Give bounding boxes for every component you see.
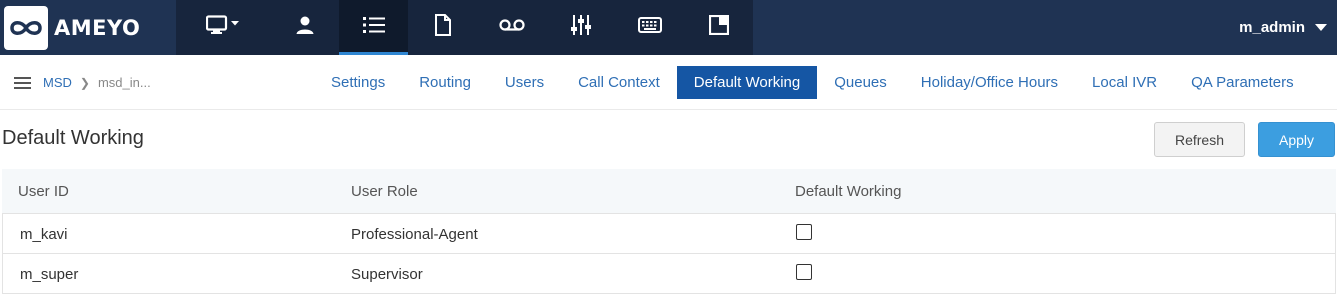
column-header-user-id: User ID	[18, 183, 69, 200]
document-icon	[434, 14, 452, 41]
ameyo-logo[interactable]: AMEYO	[0, 0, 176, 55]
sliders-icon	[570, 14, 592, 41]
top-nav	[176, 0, 753, 55]
nav-keyboard[interactable]	[615, 0, 684, 55]
user-name: m_admin	[1239, 19, 1305, 36]
tab-routing[interactable]: Routing	[402, 66, 488, 99]
breadcrumb: MSD ❯ msd_in...	[43, 55, 151, 110]
tab-users[interactable]: Users	[488, 66, 561, 99]
tab-default-working[interactable]: Default Working	[676, 66, 818, 99]
default-working-checkbox[interactable]	[796, 224, 812, 240]
apply-button[interactable]: Apply	[1258, 122, 1335, 157]
column-header-user-role: User Role	[351, 183, 418, 200]
monitor-icon	[205, 15, 240, 40]
chevron-down-icon	[1315, 24, 1327, 31]
nav-monitor[interactable]	[176, 0, 270, 55]
list-icon	[362, 16, 385, 39]
refresh-button[interactable]: Refresh	[1154, 122, 1245, 157]
default-working-table: User ID User Role Default Working m_kavi…	[2, 169, 1336, 294]
tab-queues[interactable]: Queues	[817, 66, 904, 99]
tab-local-ivr[interactable]: Local IVR	[1075, 66, 1174, 99]
settings-tabs: Settings Routing Users Call Context Defa…	[314, 66, 1311, 99]
user-icon	[295, 15, 315, 40]
top-bar: AMEYO m_admin	[0, 0, 1337, 55]
keyboard-icon	[637, 17, 662, 38]
chevron-right-icon: ❯	[79, 75, 90, 90]
tab-call-context[interactable]: Call Context	[561, 66, 677, 99]
infinity-logo-icon	[4, 5, 48, 50]
table-row: m_super Supervisor	[2, 254, 1336, 294]
cell-user-role: Professional-Agent	[351, 225, 478, 243]
cell-default-working	[796, 214, 812, 254]
tab-holiday-office-hours[interactable]: Holiday/Office Hours	[904, 66, 1075, 99]
nav-window[interactable]	[684, 0, 753, 55]
column-header-default-working: Default Working	[795, 183, 902, 200]
hamburger-menu-icon[interactable]	[14, 77, 31, 89]
nav-settings-sliders[interactable]	[546, 0, 615, 55]
voicemail-icon	[498, 18, 525, 37]
cell-user-role: Supervisor	[351, 265, 423, 283]
logo-text: AMEYO	[54, 15, 141, 40]
cell-default-working	[796, 254, 812, 294]
user-menu[interactable]: m_admin	[1239, 0, 1327, 55]
tab-qa-parameters[interactable]: QA Parameters	[1174, 66, 1311, 99]
nav-document[interactable]	[408, 0, 477, 55]
breadcrumb-current: msd_in...	[97, 75, 151, 90]
default-working-checkbox[interactable]	[796, 264, 812, 280]
breadcrumb-msd[interactable]: MSD	[43, 75, 72, 90]
nav-list[interactable]	[339, 0, 408, 55]
sub-header: MSD ❯ msd_in... Settings Routing Users C…	[0, 55, 1337, 110]
cell-user-id: m_kavi	[20, 225, 68, 243]
window-icon	[708, 14, 729, 40]
table-header: User ID User Role Default Working	[2, 169, 1336, 214]
nav-voicemail[interactable]	[477, 0, 546, 55]
nav-user[interactable]	[270, 0, 339, 55]
page-title: Default Working	[2, 127, 144, 149]
cell-user-id: m_super	[20, 265, 79, 283]
table-row: m_kavi Professional-Agent	[2, 214, 1336, 254]
tab-settings[interactable]: Settings	[314, 66, 402, 99]
